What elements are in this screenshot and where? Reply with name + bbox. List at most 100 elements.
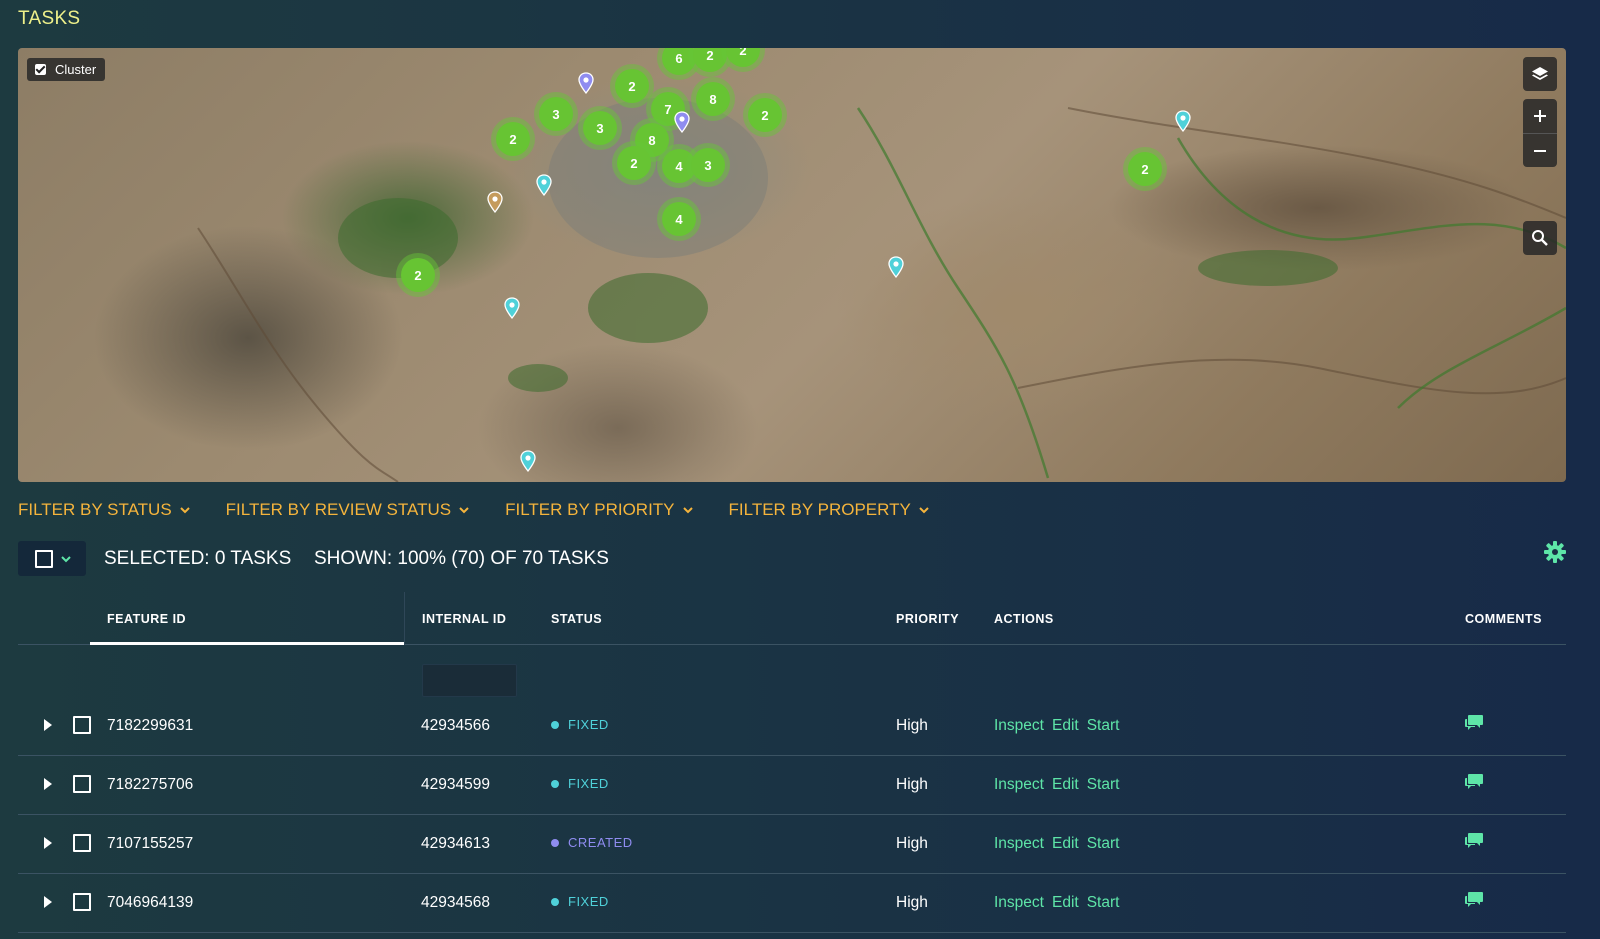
map-cluster[interactable]: 3 [534, 92, 578, 136]
zoom-out-button[interactable] [1523, 133, 1557, 167]
col-status[interactable]: STATUS [551, 612, 602, 626]
internal-id-filter-input[interactable] [422, 664, 517, 697]
filter-by-review-status[interactable]: FILTER BY REVIEW STATUS [226, 500, 469, 520]
map-pin-icon[interactable] [578, 72, 594, 94]
row-checkbox[interactable] [73, 775, 91, 793]
map-cluster[interactable]: 2 [396, 253, 440, 297]
row-checkbox[interactable] [73, 893, 91, 911]
chevron-down-icon [179, 507, 190, 514]
col-priority[interactable]: PRIORITY [896, 612, 959, 626]
map-terrain [197, 98, 1566, 482]
map-pin-icon[interactable] [536, 174, 552, 196]
comments-icon[interactable] [1464, 891, 1484, 909]
internal-id: 42934599 [421, 776, 490, 793]
expand-row-icon[interactable] [44, 719, 52, 731]
cluster-toggle[interactable]: Cluster [27, 58, 106, 81]
start-link[interactable]: Start [1087, 776, 1120, 793]
row-actions: Inspect Edit Start [994, 835, 1127, 853]
status-badge: FIXED [551, 717, 609, 732]
start-link[interactable]: Start [1087, 894, 1120, 911]
start-link[interactable]: Start [1087, 835, 1120, 852]
filter-by-priority[interactable]: FILTER BY PRIORITY [505, 500, 693, 520]
bulk-select-control[interactable] [18, 541, 86, 576]
map-pin-icon[interactable] [504, 297, 520, 319]
status-dot [551, 720, 559, 729]
col-actions: ACTIONS [994, 612, 1054, 626]
map-cluster[interactable]: 2 [1123, 147, 1167, 191]
comments-icon[interactable] [1464, 773, 1484, 791]
table-row[interactable]: 7182299631 42934566 FIXED High Inspect Ed… [18, 697, 1566, 756]
expand-row-icon[interactable] [44, 837, 52, 849]
table-row[interactable]: 7107155257 42934613 CREATED High Inspect… [18, 815, 1566, 874]
map-cluster[interactable]: 3 [686, 143, 730, 187]
feature-id: 7182299631 [107, 717, 194, 734]
table-row[interactable]: 7182275706 42934599 FIXED High Inspect Ed… [18, 756, 1566, 815]
chevron-down-icon [919, 507, 929, 514]
expand-row-icon[interactable] [44, 778, 52, 790]
inspect-link[interactable]: Inspect [994, 776, 1044, 793]
chevron-down-icon[interactable] [61, 554, 71, 564]
edit-link[interactable]: Edit [1052, 776, 1079, 793]
status-dot [551, 779, 559, 788]
map-cluster[interactable]: 2 [743, 93, 787, 137]
map-cluster[interactable]: 3 [578, 106, 622, 150]
start-link[interactable]: Start [1087, 717, 1120, 734]
page-title: TASKS [18, 8, 81, 29]
internal-id: 42934613 [421, 835, 490, 852]
map-cluster[interactable]: 4 [657, 197, 701, 241]
map-search-button[interactable] [1523, 221, 1557, 255]
filter-by-status[interactable]: FILTER BY STATUS [18, 500, 190, 520]
comments-icon[interactable] [1464, 714, 1484, 732]
chevron-down-icon [459, 507, 469, 514]
map-pin-icon[interactable] [1175, 110, 1191, 132]
map-pin-icon[interactable] [888, 256, 904, 278]
table-row[interactable]: 7046964139 42934568 FIXED High Inspect Ed… [18, 874, 1566, 933]
layers-button[interactable] [1523, 57, 1557, 91]
comments-icon[interactable] [1464, 832, 1484, 850]
cluster-checkbox[interactable] [35, 64, 46, 75]
table-header: FEATURE ID INTERNAL ID STATUS PRIORITY A… [18, 592, 1566, 645]
inspect-link[interactable]: Inspect [994, 894, 1044, 911]
search-icon [1532, 230, 1548, 246]
col-feature-id[interactable]: FEATURE ID [107, 612, 186, 626]
column-divider [404, 592, 405, 645]
row-actions: Inspect Edit Start [994, 894, 1127, 912]
map-pin-icon[interactable] [520, 450, 536, 472]
status-dot [551, 838, 559, 847]
expand-row-icon[interactable] [44, 896, 52, 908]
col-internal-id[interactable]: INTERNAL ID [422, 612, 506, 626]
selected-count: SELECTED: 0 TASKS [104, 548, 292, 569]
status-dot [551, 897, 559, 906]
priority: High [896, 835, 928, 852]
map-pin-icon[interactable] [487, 191, 503, 213]
map-pin-icon[interactable] [674, 111, 690, 133]
row-checkbox[interactable] [73, 716, 91, 734]
filter-by-property[interactable]: FILTER BY PROPERTY [729, 500, 929, 520]
priority: High [896, 776, 928, 793]
internal-id: 42934566 [421, 717, 490, 734]
edit-link[interactable]: Edit [1052, 894, 1079, 911]
filter-bar: FILTER BY STATUS FILTER BY REVIEW STATUS… [18, 500, 965, 520]
zoom-out-icon [1534, 149, 1546, 152]
inspect-link[interactable]: Inspect [994, 717, 1044, 734]
shown-count: SHOWN: 100% (70) OF 70 TASKS [314, 548, 609, 569]
map-cluster[interactable]: 8 [691, 77, 735, 121]
select-all-checkbox[interactable] [35, 549, 53, 568]
gear-icon[interactable] [1543, 540, 1567, 564]
edit-link[interactable]: Edit [1052, 717, 1079, 734]
active-sort-indicator [90, 642, 404, 645]
priority: High [896, 717, 928, 734]
priority: High [896, 894, 928, 911]
zoom-in-button[interactable] [1523, 99, 1557, 133]
feature-id: 7182275706 [107, 776, 194, 793]
map-cluster[interactable]: 2 [491, 117, 535, 161]
inspect-link[interactable]: Inspect [994, 835, 1044, 852]
map-cluster[interactable]: 2 [612, 141, 656, 185]
row-checkbox[interactable] [73, 834, 91, 852]
chevron-down-icon [682, 507, 693, 514]
cluster-label: Cluster [55, 62, 97, 77]
feature-id: 7107155257 [107, 835, 194, 852]
task-map[interactable]: Cluster 6 2 2 2 3 3 7 8 2 2 8 2 4 3 4 2 … [18, 48, 1566, 482]
edit-link[interactable]: Edit [1052, 835, 1079, 852]
zoom-in-icon [1534, 110, 1546, 122]
